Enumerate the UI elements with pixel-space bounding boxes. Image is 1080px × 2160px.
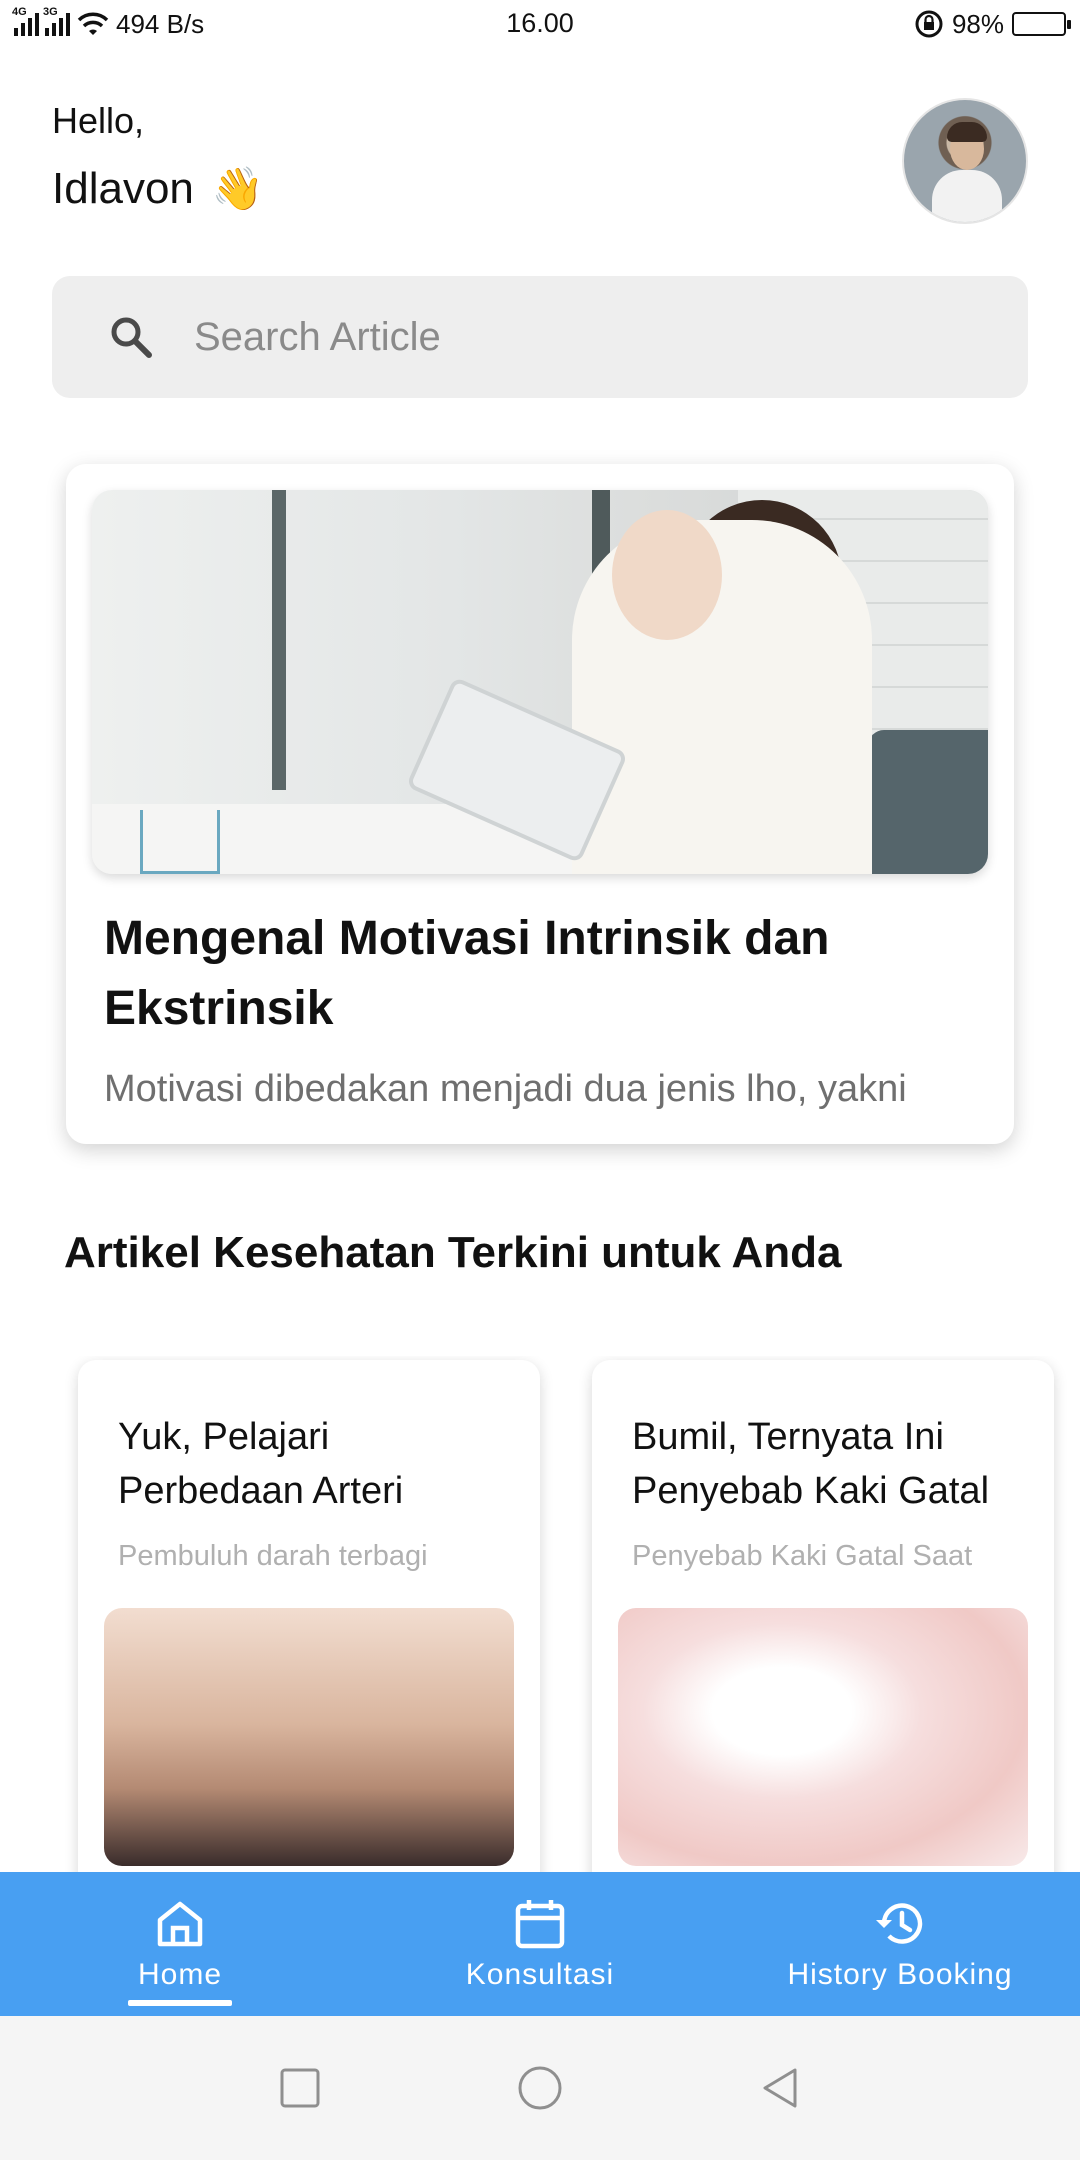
article-excerpt: Penyebab Kaki Gatal Saat	[632, 1540, 973, 1572]
featured-article-image	[92, 490, 988, 874]
nav-label-home: Home	[137, 1958, 223, 1991]
status-time: 16.00	[506, 8, 574, 38]
featured-article-title: Mengenal Motivasi Intrinsik dan Ekstrins…	[104, 912, 830, 1035]
article-image	[104, 1608, 514, 1866]
user-name: Idlavon	[52, 164, 194, 213]
bottom-nav: Home Konsultasi History Booking	[0, 1872, 1080, 2016]
nav-label-konsultasi: Konsultasi	[465, 1958, 615, 1991]
featured-article-card[interactable]: Mengenal Motivasi Intrinsik dan Ekstrins…	[66, 464, 1014, 1144]
featured-article-excerpt: Motivasi dibedakan menjadi dua jenis lho…	[104, 1068, 907, 1110]
nav-item-konsultasi[interactable]: Konsultasi	[360, 1872, 720, 2016]
greeting-hello: Hello,	[52, 100, 145, 141]
search-input[interactable]: Search Article	[194, 315, 441, 360]
greeting: Hello, Idlavon 👋	[52, 100, 264, 214]
article-list[interactable]: Yuk, Pelajari Perbedaan Arteri Pembuluh …	[0, 1356, 1080, 1876]
history-icon	[876, 1903, 923, 1944]
nav-label-history-booking: History Booking	[787, 1958, 1013, 1991]
article-title: Bumil, Ternyata Ini Penyebab Kaki Gatal	[632, 1416, 990, 1512]
recents-icon[interactable]	[277, 2065, 323, 2111]
nav-item-home[interactable]: Home	[0, 1872, 360, 2016]
greeting-name-row: Idlavon 👋	[52, 164, 264, 214]
search-bar[interactable]: Search Article	[52, 276, 1028, 398]
article-card[interactable]: Yuk, Pelajari Perbedaan Arteri Pembuluh …	[78, 1360, 540, 1876]
waving-hand-icon: 👋	[211, 164, 265, 212]
battery-icon	[1012, 12, 1071, 36]
article-excerpt: Pembuluh darah terbagi	[118, 1540, 428, 1572]
active-indicator	[128, 2000, 232, 2006]
avatar[interactable]	[902, 98, 1028, 224]
article-title: Yuk, Pelajari Perbedaan Arteri	[118, 1416, 404, 1512]
back-icon[interactable]	[757, 2065, 803, 2111]
home-circle-icon[interactable]	[517, 2065, 563, 2111]
home-icon	[157, 1901, 203, 1947]
nav-item-history-booking[interactable]: History Booking	[720, 1872, 1080, 2016]
system-nav-bar	[0, 2016, 1080, 2160]
calendar-icon	[515, 1900, 565, 1949]
article-card[interactable]: Bumil, Ternyata Ini Penyebab Kaki Gatal …	[592, 1360, 1054, 1876]
article-image	[618, 1608, 1028, 1866]
section-title: Artikel Kesehatan Terkini untuk Anda	[64, 1228, 842, 1277]
search-icon	[111, 317, 152, 358]
status-bar: 4G 3G 494 B/s 16.00 98%	[0, 0, 1080, 48]
